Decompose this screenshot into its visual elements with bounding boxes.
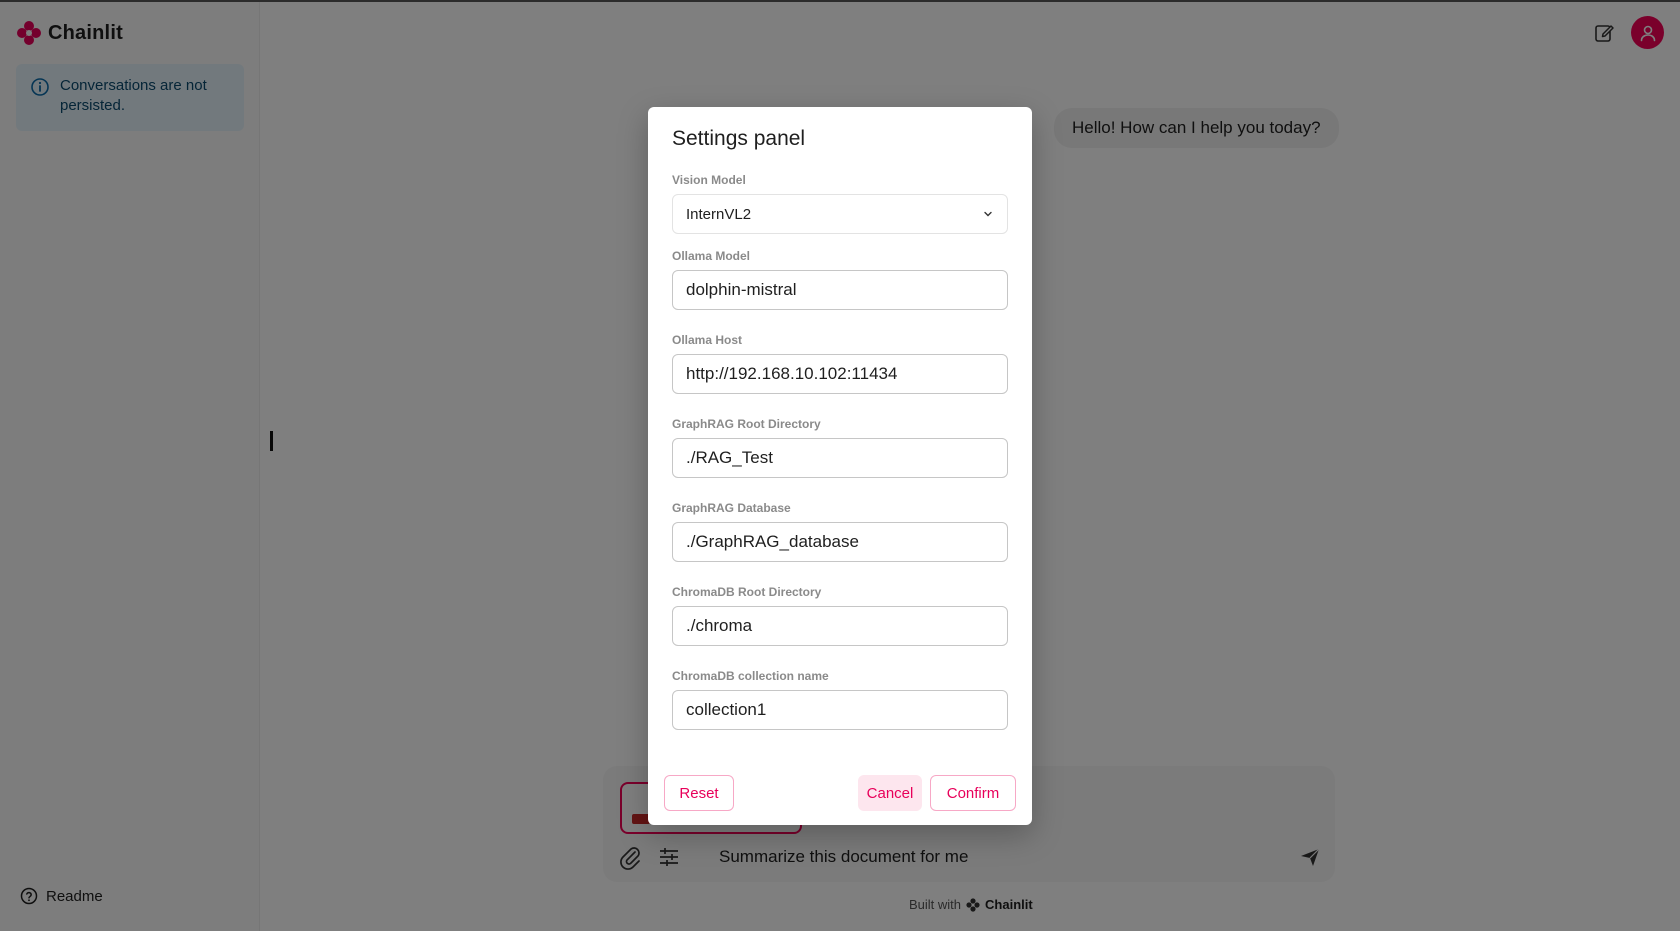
field-graphrag-root: GraphRAG Root Directory ./RAG_Test xyxy=(672,416,1008,478)
vision-model-select[interactable]: InternVL2 xyxy=(672,194,1008,234)
confirm-button[interactable]: Confirm xyxy=(930,775,1016,811)
cancel-button[interactable]: Cancel xyxy=(858,775,922,811)
field-label: GraphRAG Root Directory xyxy=(672,417,821,431)
ollama-model-input[interactable]: dolphin-mistral xyxy=(672,270,1008,310)
settings-dialog: Settings panel Vision Model InternVL2 Ol… xyxy=(648,107,1032,825)
ollama-host-input[interactable]: http://192.168.10.102:11434 xyxy=(672,354,1008,394)
select-value: InternVL2 xyxy=(686,205,752,223)
chromadb-root-input[interactable]: ./chroma xyxy=(672,606,1008,646)
field-chromadb-root: ChromaDB Root Directory ./chroma xyxy=(672,584,1008,646)
dialog-title: Settings panel xyxy=(672,127,806,150)
field-chromadb-collection: ChromaDB collection name collection1 xyxy=(672,668,1008,730)
field-label: ChromaDB Root Directory xyxy=(672,585,822,599)
field-label: GraphRAG Database xyxy=(672,501,791,515)
field-ollama-host: Ollama Host http://192.168.10.102:11434 xyxy=(672,332,1008,394)
field-vision-model: Vision Model InternVL2 xyxy=(672,172,1008,234)
chevron-down-icon xyxy=(984,211,992,217)
reset-button[interactable]: Reset xyxy=(664,775,734,811)
dialog-footer: Reset Cancel Confirm xyxy=(648,775,1032,811)
field-label: Ollama Host xyxy=(672,333,743,347)
field-ollama-model: Ollama Model dolphin-mistral xyxy=(672,248,1008,310)
field-graphrag-database: GraphRAG Database ./GraphRAG_database xyxy=(672,500,1008,562)
graphrag-root-input[interactable]: ./RAG_Test xyxy=(672,438,1008,478)
field-label: ChromaDB collection name xyxy=(672,669,829,683)
field-label: Vision Model xyxy=(672,173,746,187)
window-top-border xyxy=(0,0,1680,2)
chromadb-collection-input[interactable]: collection1 xyxy=(672,690,1008,730)
field-label: Ollama Model xyxy=(672,249,751,263)
graphrag-database-input[interactable]: ./GraphRAG_database xyxy=(672,522,1008,562)
